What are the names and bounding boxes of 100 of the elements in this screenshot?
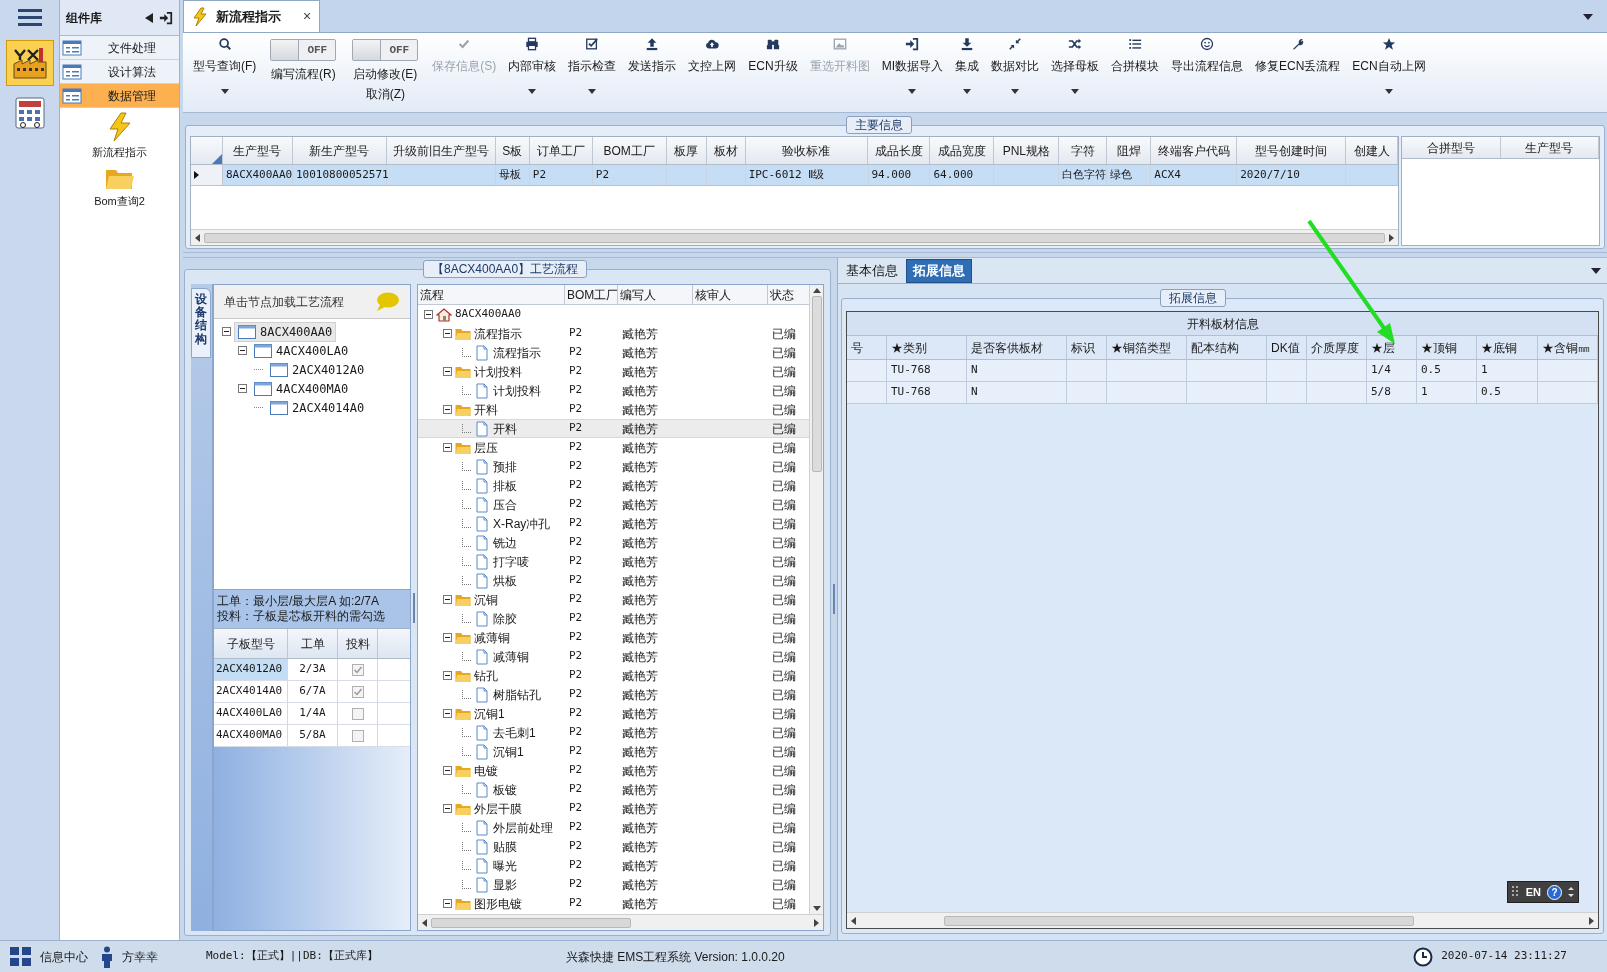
tree-row[interactable]: 计划投料 P2 臧艳芳 已编 xyxy=(418,381,809,400)
tree-row[interactable]: 流程指示 P2 臧艳芳 已编 xyxy=(418,343,809,362)
toolbar-button[interactable]: 修复ECN丢流程 xyxy=(1249,37,1347,75)
toolbar-button[interactable]: 合拼模块 xyxy=(1105,37,1165,75)
library-item[interactable]: 文件处理 xyxy=(60,36,179,60)
checkbox[interactable] xyxy=(351,707,364,720)
horizontal-scrollbar[interactable] xyxy=(418,914,823,930)
checkbox[interactable] xyxy=(351,663,364,676)
toggle-switch[interactable]: OFF xyxy=(352,39,419,61)
tree-row[interactable]: 图形电镀 P2 臧艳芳 已编 xyxy=(418,894,809,913)
collapse-icon[interactable] xyxy=(443,766,452,775)
tab[interactable]: 拓展信息 xyxy=(906,259,972,283)
library-tool[interactable]: 新流程指示 xyxy=(60,112,179,161)
tree-row[interactable]: 减薄铜 P2 臧艳芳 已编 xyxy=(418,647,809,666)
tree-row[interactable]: 树脂钻孔 P2 臧艳芳 已编 xyxy=(418,685,809,704)
tree-row[interactable]: 外层干膜 P2 臧艳芳 已编 xyxy=(418,799,809,818)
close-button[interactable]: × xyxy=(303,6,312,27)
collapse-icon[interactable] xyxy=(443,899,452,908)
tree-item[interactable]: 4ACX400MA0 xyxy=(250,378,353,399)
tree-item[interactable]: 2ACX4014A0 xyxy=(266,397,369,418)
scroll-thumb[interactable] xyxy=(944,915,1414,926)
scroll-thumb[interactable] xyxy=(811,296,822,472)
tree-row[interactable]: 除胶 P2 臧艳芳 已编 xyxy=(418,609,809,628)
toolbar-button[interactable]: MI数据导入 xyxy=(875,37,949,94)
tree-item[interactable]: 2ACX4012A0 xyxy=(266,359,369,380)
tree-row[interactable]: 压合 P2 臧艳芳 已编 xyxy=(418,495,809,514)
tree-row[interactable]: 板镀 P2 臧艳芳 已编 xyxy=(418,780,809,799)
collapse-icon[interactable] xyxy=(443,804,452,813)
toggle-switch[interactable]: OFF xyxy=(270,39,337,61)
tree-item[interactable]: 4ACX400LA0 xyxy=(250,340,353,361)
toggle-item[interactable]: OFF 编写流程(R) xyxy=(262,37,345,83)
vertical-scrollbar[interactable] xyxy=(809,285,823,914)
tree-row[interactable]: 沉铜 P2 臧艳芳 已编 xyxy=(418,590,809,609)
table-cell[interactable]: 2ACX4012A0 xyxy=(214,659,288,680)
toggle-item[interactable]: OFF 启动修改(E) 取消(Z) xyxy=(344,37,427,103)
collapse-icon[interactable] xyxy=(443,443,452,452)
tree-row[interactable]: 开料 P2 臧艳芳 已编 xyxy=(418,419,809,438)
table-cell[interactable]: 2ACX4014A0 xyxy=(214,681,288,702)
toolbar-button[interactable]: 内部审核 xyxy=(502,37,563,94)
tree-row[interactable]: 电镀 P2 臧艳芳 已编 xyxy=(418,761,809,780)
toolbar-button[interactable]: ECN升级 xyxy=(742,37,804,75)
toolbar-button[interactable]: 发送指示 xyxy=(622,37,683,75)
tree-row[interactable]: 烘板 P2 臧艳芳 已编 xyxy=(418,571,809,590)
language-bar[interactable]: EN ? xyxy=(1506,881,1579,903)
collapse-icon[interactable] xyxy=(222,327,231,336)
collapse-icon[interactable] xyxy=(443,633,452,642)
tree-row[interactable]: X-Ray冲孔 P2 臧艳芳 已编 xyxy=(418,514,809,533)
tree-row[interactable]: 曝光 P2 臧艳芳 已编 xyxy=(418,856,809,875)
library-item[interactable]: 数据管理 xyxy=(60,84,179,108)
tree-row[interactable]: 贴膜 P2 臧艳芳 已编 xyxy=(418,837,809,856)
toolbar-button[interactable]: 文控上网 xyxy=(682,37,743,75)
toolbar-button[interactable]: 数据对比 xyxy=(985,37,1045,94)
collapse-icon[interactable] xyxy=(443,329,452,338)
checkbox[interactable] xyxy=(351,729,364,742)
status-link[interactable]: 信息中心 xyxy=(40,947,88,966)
tree-row[interactable]: 显影 P2 臧艳芳 已编 xyxy=(418,875,809,894)
tree-item[interactable]: 8ACX400AA0 xyxy=(234,321,337,342)
tree-row[interactable]: 沉铜1 P2 臧艳芳 已编 xyxy=(418,704,809,723)
tree-row[interactable]: 开料 P2 臧艳芳 已编 xyxy=(418,400,809,419)
scroll-thumb[interactable] xyxy=(204,232,1385,243)
table-row[interactable]: 8ACX400AA0 10010800052571 母板 P2 P2 IPC-6012 Ⅱ级 94.000 64.000 白色字符 绿色 ACX4 2020/7/10 xyxy=(191,165,1398,186)
collapse-icon[interactable] xyxy=(238,346,247,355)
collapse-icon[interactable] xyxy=(443,367,452,376)
tree-row[interactable]: 计划投料 P2 臧艳芳 已编 xyxy=(418,362,809,381)
tree-row[interactable]: 去毛刺1 P2 臧艳芳 已编 xyxy=(418,723,809,742)
scroll-thumb[interactable] xyxy=(431,917,631,928)
tree-row[interactable]: 流程指示 P2 臧艳芳 已编 xyxy=(418,324,809,343)
horizontal-scrollbar[interactable] xyxy=(191,229,1398,245)
tree-row[interactable]: 层压 P2 臧艳芳 已编 xyxy=(418,438,809,457)
toolbar-button[interactable]: 指示检查 xyxy=(562,37,623,94)
checkbox[interactable] xyxy=(351,685,364,698)
table-cell[interactable]: 4ACX400LA0 xyxy=(214,703,288,724)
help-button[interactable]: ? xyxy=(1547,884,1562,900)
tree-row[interactable]: 减薄铜 P2 臧艳芳 已编 xyxy=(418,628,809,647)
toolbar-button[interactable]: 导出流程信息 xyxy=(1165,37,1249,75)
toolbar-button[interactable]: 集成 xyxy=(949,37,985,94)
toolbar-button[interactable]: ECN自动上网 xyxy=(1346,37,1432,94)
tree-row[interactable]: 8ACX400AA0 xyxy=(418,305,809,324)
document-tab[interactable]: 新流程指示 × xyxy=(183,0,321,32)
tree-row[interactable]: 预排 P2 臧艳芳 已编 xyxy=(418,457,809,476)
tree-row[interactable]: 打字唛 P2 臧艳芳 已编 xyxy=(418,552,809,571)
tree-row[interactable]: 排板 P2 臧艳芳 已编 xyxy=(418,476,809,495)
collapse-icon[interactable] xyxy=(443,671,452,680)
tree-row[interactable]: 沉铜1 P2 臧艳芳 已编 xyxy=(418,742,809,761)
tree-row[interactable]: 钻孔 P2 臧艳芳 已编 xyxy=(418,666,809,685)
collapse-icon[interactable] xyxy=(424,310,433,319)
table-cell[interactable]: 4ACX400MA0 xyxy=(214,725,288,746)
rail-tile[interactable] xyxy=(5,40,54,86)
horizontal-scrollbar[interactable] xyxy=(847,912,1598,928)
collapse-icon[interactable] xyxy=(443,405,452,414)
collapse-icon[interactable] xyxy=(443,595,452,604)
collapse-icon[interactable] xyxy=(443,709,452,718)
tab[interactable]: 基本信息 xyxy=(842,259,902,283)
toolbar-button[interactable]: 选择母板 xyxy=(1045,37,1105,94)
toolbar-button[interactable]: 型号查询(F) xyxy=(187,37,263,94)
collapse-icon[interactable] xyxy=(238,384,247,393)
library-item[interactable]: 设计算法 xyxy=(60,60,179,84)
tree-row[interactable]: 铣边 P2 臧艳芳 已编 xyxy=(418,533,809,552)
library-tool[interactable]: Bom查询2 xyxy=(60,164,179,209)
tree-row[interactable]: 外层前处理 P2 臧艳芳 已编 xyxy=(418,818,809,837)
